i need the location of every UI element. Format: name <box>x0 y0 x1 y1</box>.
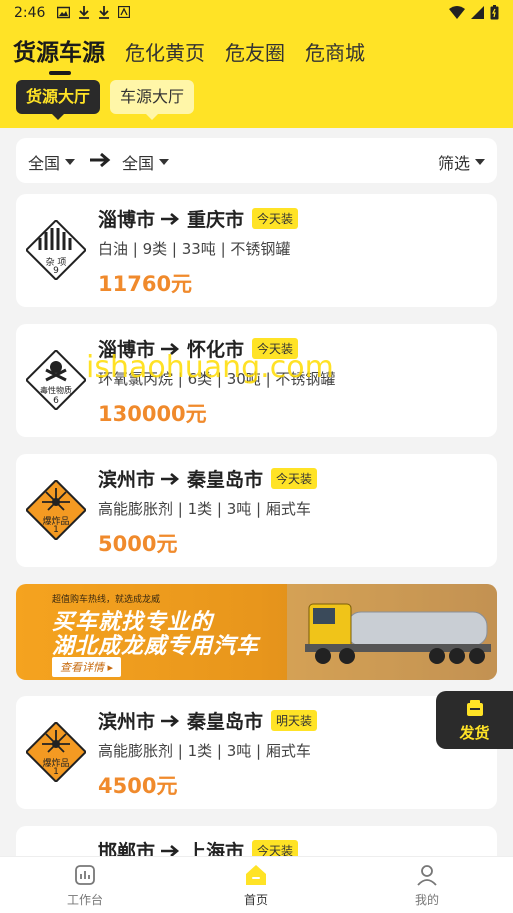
chevron-down-icon <box>65 159 76 165</box>
origin-select[interactable]: 全国 <box>28 150 76 174</box>
price: 4500元 <box>98 774 178 798</box>
nav-label: 我的 <box>414 893 439 907</box>
wifi-icon <box>449 6 465 19</box>
banner-details-button[interactable]: 查看详情 ▸ <box>52 657 122 677</box>
header: 2:46 货源车源 危化黄页 危友圈 危商城 货源大厅 车源大厅 <box>0 0 513 128</box>
route-to: 秦皇岛市 <box>187 711 264 733</box>
person-icon <box>417 865 437 886</box>
status-time: 2:46 <box>14 5 46 21</box>
tab-cargo-vehicle[interactable]: 货源车源 <box>13 38 105 75</box>
download-icon <box>79 6 89 19</box>
tab-mall[interactable]: 危商城 <box>305 38 365 68</box>
nav-label: 首页 <box>243 893 268 907</box>
destination-select[interactable]: 全国 <box>122 150 170 174</box>
filter-bar: 全国 全国 筛选 <box>16 138 497 183</box>
chevron-down-icon <box>159 159 170 165</box>
arrow-right-icon <box>161 472 180 485</box>
sub-tabs: 货源大厅 车源大厅 <box>16 80 195 120</box>
nav-item-profile[interactable]: 我的 <box>387 863 467 908</box>
arrow-right-icon <box>161 212 180 225</box>
route: 滨州市 秦皇岛市 明天装 <box>98 707 318 734</box>
publish-label: 发货 <box>459 724 490 742</box>
route: 淄博市 重庆市 今天装 <box>98 205 299 232</box>
route-from: 滨州市 <box>98 711 156 733</box>
watermark: ishaohuang.com <box>86 350 334 385</box>
sub-tab-label: 车源大厅 <box>120 87 185 106</box>
sub-tab-vehicle-hall[interactable]: 车源大厅 <box>110 80 195 120</box>
sub-tab-pointer <box>146 114 159 120</box>
badge-number: 6 <box>53 396 59 406</box>
route-from: 滨州市 <box>98 469 156 491</box>
chart-icon <box>75 865 95 885</box>
tab-label: 货源车源 <box>13 40 105 66</box>
nav-item-home[interactable]: 首页 <box>216 863 296 908</box>
cargo-card[interactable]: 杂 项 9 淄博市 重庆市 今天装 白油 | 9类 | 33吨 | 不锈钢罐 1… <box>16 194 497 307</box>
download-icon <box>99 6 109 19</box>
bottom-nav: 工作台 首页 我的 <box>0 856 513 913</box>
tab-yellow-pages[interactable]: 危化黄页 <box>125 38 205 68</box>
box-icon <box>467 700 483 716</box>
load-date-tag: 明天装 <box>271 710 318 731</box>
price: 5000元 <box>98 532 178 556</box>
system-icons <box>449 5 499 20</box>
banner-company: 湖北成龙威专用汽车 <box>52 634 260 659</box>
cargo-description: 高能膨胀剂 | 1类 | 3吨 | 厢式车 <box>98 742 311 760</box>
home-icon <box>246 865 266 885</box>
cargo-description: 高能膨胀剂 | 1类 | 3吨 | 厢式车 <box>98 500 311 518</box>
signal-icon <box>471 6 484 19</box>
image-notification-icon <box>57 6 70 19</box>
cargo-card[interactable]: 爆炸品 1 滨州市 秦皇岛市 今天装 高能膨胀剂 | 1类 | 3吨 | 厢式车… <box>16 454 497 567</box>
badge-number: 1 <box>53 767 59 777</box>
cargo-card[interactable]: 爆炸品 1 滨州市 秦皇岛市 明天装 高能膨胀剂 | 1类 | 3吨 | 厢式车… <box>16 696 497 809</box>
badge-number: 1 <box>53 525 59 535</box>
route-from: 淄博市 <box>98 209 156 231</box>
origin-label: 全国 <box>28 154 61 173</box>
route: 滨州市 秦皇岛市 今天装 <box>98 465 318 492</box>
filter-label: 筛选 <box>437 154 470 173</box>
sub-tab-label: 货源大厅 <box>26 87 91 106</box>
sub-tab-cargo-hall[interactable]: 货源大厅 <box>16 80 101 120</box>
tab-community[interactable]: 危友圈 <box>225 38 285 68</box>
price: 130000元 <box>98 402 207 426</box>
active-tab-indicator <box>49 71 71 75</box>
destination-label: 全国 <box>122 154 155 173</box>
load-date-tag: 今天装 <box>271 468 318 489</box>
badge-text: 毒性物质 <box>40 386 72 395</box>
route-to: 重庆市 <box>187 209 245 231</box>
arrow-right-icon <box>90 152 111 168</box>
load-date-tag: 今天装 <box>252 208 299 229</box>
publish-cargo-button[interactable]: 发货 <box>436 691 513 749</box>
tanker-truck-image <box>287 584 497 680</box>
chevron-down-icon <box>475 159 485 165</box>
arrow-right-icon <box>161 714 180 727</box>
app-notification-icon <box>118 6 130 18</box>
badge-number: 9 <box>53 266 59 276</box>
sub-tab-pointer <box>52 114 64 120</box>
top-tabs: 货源车源 危化黄页 危友圈 危商城 <box>13 38 385 75</box>
ad-banner[interactable]: 超值购车热线，就选成龙威 买车就找专业的 湖北成龙威专用汽车 查看详情 ▸ <box>16 584 497 680</box>
nav-label: 工作台 <box>66 893 103 907</box>
filter-button[interactable]: 筛选 <box>438 150 485 174</box>
battery-icon <box>490 5 499 20</box>
price: 11760元 <box>98 272 193 296</box>
nav-item-workbench[interactable]: 工作台 <box>45 863 125 908</box>
status-bar: 2:46 <box>0 0 513 28</box>
route-to: 秦皇岛市 <box>187 469 264 491</box>
notification-icons <box>57 6 130 19</box>
cargo-description: 白油 | 9类 | 33吨 | 不锈钢罐 <box>98 240 291 258</box>
